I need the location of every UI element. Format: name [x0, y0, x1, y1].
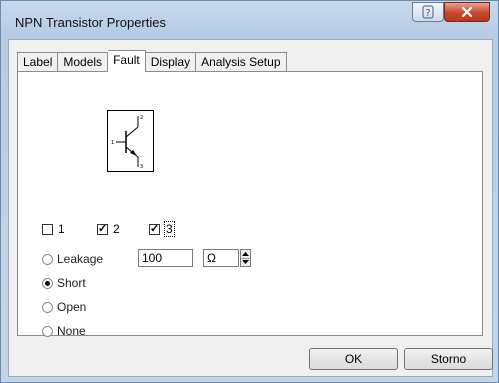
arrow-down-icon[interactable]: [241, 258, 250, 266]
pin-2-checkbox[interactable]: ✓: [97, 222, 108, 235]
tab-display[interactable]: Display: [145, 52, 197, 71]
tab-analysis-setup[interactable]: Analysis Setup: [196, 52, 287, 71]
checkmark-icon: ✓: [98, 222, 108, 235]
dialog-window: NPN Transistor Properties ? Label Models…: [0, 0, 499, 383]
fault-option-short[interactable]: Short: [42, 276, 86, 290]
pin-3-checkbox-row[interactable]: ✓ 3: [149, 221, 175, 237]
help-icon: ?: [422, 5, 434, 19]
pin-label-3: 3: [140, 164, 143, 170]
close-icon: [461, 6, 473, 18]
npn-transistor-symbol: 1 2 3: [107, 110, 154, 172]
checkmark-icon: ✓: [150, 222, 160, 235]
storno-button[interactable]: Storno: [404, 348, 493, 370]
tab-models[interactable]: Models: [58, 52, 109, 71]
fault-option-none[interactable]: None: [42, 324, 86, 338]
close-button[interactable]: [444, 2, 490, 22]
fault-option-leakage[interactable]: Leakage: [42, 252, 103, 266]
none-label: None: [57, 324, 86, 338]
leakage-unit-field[interactable]: Ω: [203, 249, 239, 267]
leakage-label: Leakage: [57, 252, 104, 266]
short-radio[interactable]: [42, 277, 53, 289]
open-label: Open: [57, 300, 87, 314]
tab-fault[interactable]: Fault: [108, 50, 146, 72]
pin-3-checkbox[interactable]: ✓: [149, 222, 160, 235]
fault-tab-panel: 1 2 3 1 ✓ 2 ✓ 3 Leakage 100 Ω Short Open…: [17, 71, 483, 338]
pin-label-2: 2: [140, 115, 143, 121]
window-title: NPN Transistor Properties: [15, 15, 166, 30]
pin-label-1: 1: [111, 140, 114, 146]
pin-2-checkbox-label: 2: [113, 222, 120, 236]
pin-1-checkbox[interactable]: [42, 223, 53, 235]
open-radio[interactable]: [42, 301, 53, 313]
leakage-radio[interactable]: [42, 253, 53, 265]
tab-label[interactable]: Label: [17, 52, 59, 71]
svg-text:?: ?: [425, 8, 430, 19]
none-radio[interactable]: [42, 325, 53, 337]
pin-3-checkbox-label: 3: [164, 221, 175, 237]
ok-button[interactable]: OK: [309, 348, 398, 370]
unit-spinner[interactable]: [240, 249, 251, 267]
fault-option-open[interactable]: Open: [42, 300, 86, 314]
short-label: Short: [57, 276, 86, 290]
pin-1-checkbox-label: 1: [58, 222, 65, 236]
pin-2-checkbox-row[interactable]: ✓ 2: [97, 222, 120, 236]
help-button[interactable]: ?: [412, 2, 444, 22]
pin-1-checkbox-row[interactable]: 1: [42, 222, 65, 236]
dialog-body: Label Models Fault Display Analysis Setu…: [8, 39, 493, 377]
leakage-value-input[interactable]: 100: [138, 249, 193, 267]
tab-strip: Label Models Fault Display Analysis Setu…: [17, 50, 287, 72]
